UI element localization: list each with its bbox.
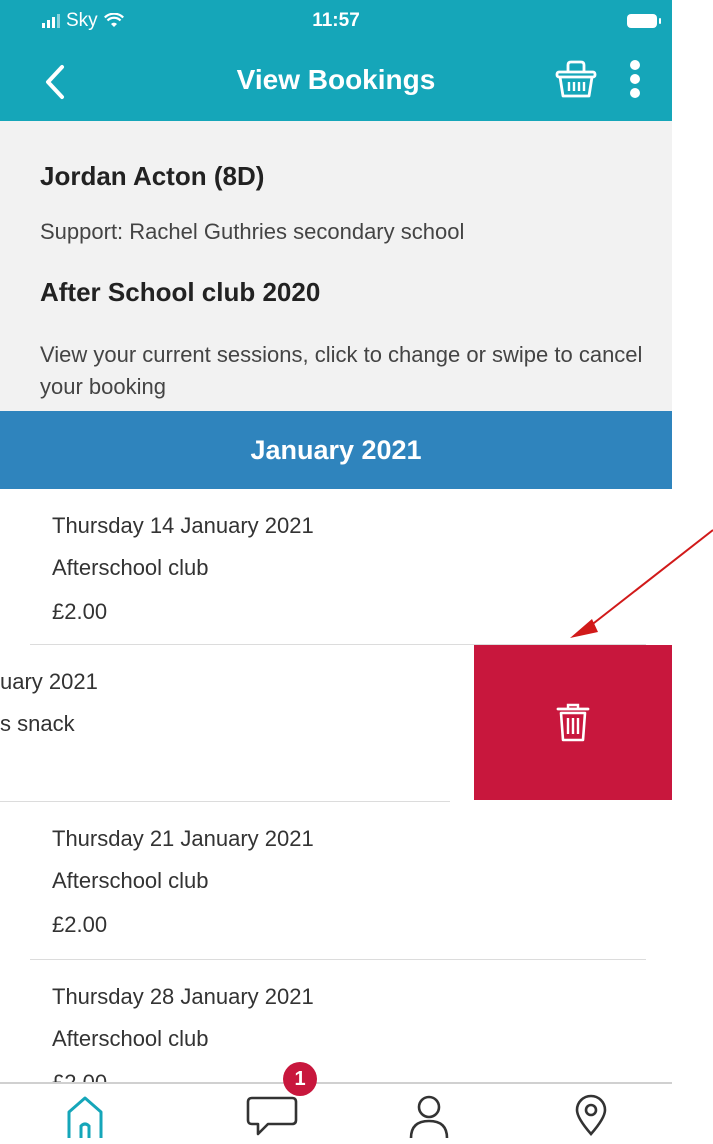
booking-activity: Afterschool club [52, 555, 209, 580]
trash-icon [556, 703, 590, 741]
club-title: After School club 2020 [40, 277, 321, 307]
booking-activity: Afterschool club [52, 1026, 209, 1051]
tab-profile[interactable] [399, 1094, 459, 1144]
home-icon [67, 1096, 103, 1138]
basket-button[interactable] [552, 56, 600, 104]
delete-booking-button[interactable] [474, 645, 672, 800]
instructions-text: View your current sessions, click to cha… [40, 342, 643, 399]
messages-badge: 1 [283, 1062, 317, 1096]
booking-date: Thursday 28 January 2021 [52, 984, 314, 1009]
booking-date: uary 2021 [0, 669, 98, 694]
tab-bar [0, 1082, 672, 1144]
battery-icon [627, 14, 661, 28]
booking-price: £2.00 [52, 599, 108, 624]
chat-icon [246, 1096, 298, 1136]
tab-location[interactable] [561, 1094, 621, 1144]
status-bar: Sky 11:57 [0, 0, 672, 40]
support-label: Support: Rachel Guthries secondary schoo… [40, 219, 465, 244]
student-name: Jordan Acton (8D) [40, 161, 265, 191]
month-header: January 2021 [0, 411, 672, 489]
booking-info: Jordan Acton (8D) Support: Rachel Guthri… [0, 121, 672, 411]
tab-messages[interactable] [242, 1094, 302, 1144]
booking-row[interactable]: Thursday 21 January 2021 Afterschool clu… [0, 802, 672, 957]
booking-activity: Afterschool club [52, 868, 209, 893]
booking-row[interactable]: Thursday 14 January 2021 Afterschool clu… [0, 489, 672, 644]
phone-screen: Sky 11:57 View Bookings Jordan Acton (8D… [0, 0, 672, 1144]
booking-price: £2.00 [52, 912, 108, 937]
tab-home[interactable] [55, 1094, 115, 1144]
booking-date: Thursday 21 January 2021 [52, 826, 314, 851]
booking-date: Thursday 14 January 2021 [52, 513, 314, 538]
location-icon [575, 1094, 607, 1136]
basket-icon [555, 60, 597, 98]
top-bar: Sky 11:57 View Bookings [0, 0, 672, 121]
booking-activity: s snack [0, 711, 75, 736]
more-vertical-icon [630, 60, 640, 98]
more-options-button[interactable] [620, 56, 650, 104]
clock: 11:57 [312, 10, 360, 31]
profile-icon [409, 1095, 449, 1138]
